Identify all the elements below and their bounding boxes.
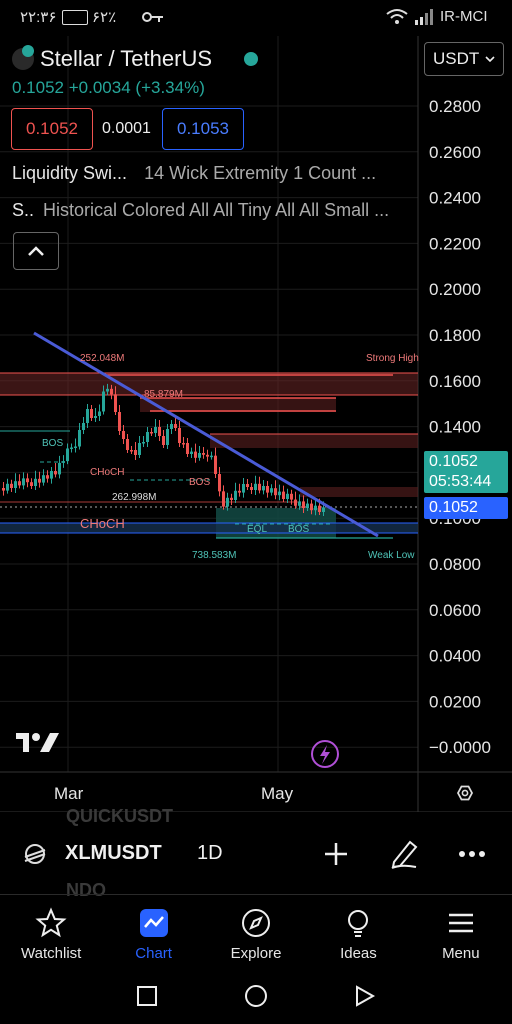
- price-change: +0.0034: [68, 78, 131, 97]
- nav-menu[interactable]: Menu: [410, 894, 512, 974]
- eql-label: EQL: [247, 524, 267, 535]
- photo-icon: [62, 10, 88, 25]
- market-open-indicator: [244, 52, 259, 66]
- nav-ideas[interactable]: Ideas: [307, 894, 409, 974]
- chevron-up-icon: [28, 246, 44, 256]
- symbol-title: Stellar / TetherUS: [40, 46, 213, 71]
- last-price: 0.1052: [12, 78, 64, 97]
- currency-select[interactable]: USDT: [424, 42, 504, 76]
- symbol-toolbar: XLMUSDT 1D: [0, 830, 512, 878]
- strong-high-label: Strong High: [366, 353, 419, 364]
- collapse-indicators-button[interactable]: [13, 232, 59, 270]
- stellar-logo-icon: [12, 45, 34, 70]
- nav-explore[interactable]: Explore: [205, 894, 307, 974]
- nav-watchlist[interactable]: Watchlist: [0, 894, 102, 974]
- bos-label: BOS: [288, 524, 309, 535]
- home-icon[interactable]: [244, 984, 268, 1008]
- key-icon: [142, 12, 163, 22]
- spread-value: 0.0001: [102, 120, 151, 137]
- price-axis-label: 0.2600: [429, 143, 481, 162]
- price-axis-label: 0.2200: [429, 234, 481, 253]
- bottom-navigation: Watchlist Chart Explore Ideas Menu: [0, 894, 512, 974]
- price-axis-label: 0.1800: [429, 326, 481, 345]
- chart-settings-icon[interactable]: [456, 785, 474, 801]
- price-axis-label: −0.0000: [429, 738, 491, 757]
- supply-zone-3: [210, 434, 418, 448]
- bos-label: BOS: [42, 438, 63, 449]
- battery-level: ۶۲٪: [92, 9, 117, 26]
- symbol-button[interactable]: XLMUSDT: [65, 842, 162, 865]
- chevron-down-icon: [485, 56, 495, 62]
- lightning-icon[interactable]: [311, 740, 339, 768]
- price-change-pct: (+3.34%): [135, 78, 205, 97]
- status-bar: ۲۲:۳۶ ۶۲٪ IR-MCI: [0, 0, 512, 36]
- price-axis-label: 0.0800: [429, 555, 481, 574]
- price-axis-label: 0.0400: [429, 647, 481, 666]
- bos-label: BOS: [189, 477, 210, 488]
- tradingview-logo: [16, 733, 59, 752]
- last-price-tag: 0.1052: [424, 497, 508, 519]
- choch-label: CHoCH: [90, 467, 124, 478]
- hamburger-icon: [448, 913, 473, 932]
- supply-zone: [0, 373, 418, 395]
- time-label: Mar: [54, 784, 84, 803]
- volume-label: 252.048M: [80, 353, 124, 364]
- price-axis-label: 0.1400: [429, 418, 481, 437]
- draw-pen-icon[interactable]: [388, 836, 420, 870]
- star-icon: [35, 906, 67, 937]
- wifi-icon: [386, 9, 408, 24]
- recents-icon[interactable]: [136, 985, 158, 1007]
- plus-icon[interactable]: [322, 840, 350, 868]
- price-axis-label: 0.2800: [429, 97, 481, 116]
- indicator-row[interactable]: Liquidity Swi... 14 Wick Extremity 1 Cou…: [12, 163, 376, 184]
- price-axis-label: 0.2400: [429, 189, 481, 208]
- ghost-symbol: QUICKUSDT: [66, 806, 173, 826]
- clock: ۲۲:۳۶: [20, 9, 57, 26]
- more-options-icon[interactable]: [458, 850, 486, 858]
- price-axis-label: 0.2000: [429, 280, 481, 299]
- stellar-logo-icon: [24, 844, 46, 864]
- volume-label: 85.879M: [144, 389, 183, 400]
- price-summary: 0.1052 +0.0034 (+3.34%): [12, 78, 205, 98]
- choch-label: CHoCH: [80, 516, 125, 531]
- sell-button[interactable]: 0.1052: [11, 108, 93, 150]
- price-axis-label: 0.0200: [429, 692, 481, 711]
- current-price-tag: 0.1052 05:53:44: [424, 451, 508, 493]
- lightbulb-icon: [348, 909, 369, 937]
- chart-icon: [139, 908, 168, 937]
- signal-icon: [415, 9, 433, 25]
- weak-low-label: Weak Low: [368, 550, 415, 561]
- price-axis-label: 0.1600: [429, 372, 481, 391]
- compass-icon: [242, 908, 271, 937]
- system-navigation-bar: [0, 975, 512, 1024]
- buy-button[interactable]: 0.1053: [162, 108, 244, 150]
- candle-countdown: 05:53:44: [429, 473, 492, 490]
- symbol-header[interactable]: Stellar / TetherUS: [12, 44, 259, 74]
- volume-label: 262.998M: [112, 492, 156, 503]
- volume-label: 738.583M: [192, 550, 236, 561]
- indicator-row[interactable]: S.. Historical Colored All All Tiny All …: [12, 200, 389, 221]
- price-chart[interactable]: 252.048M 85.879M 262.998M 738.583M Stron…: [0, 36, 512, 812]
- price-axis-label: 0.0600: [429, 601, 481, 620]
- back-icon[interactable]: [354, 984, 376, 1008]
- time-label: May: [261, 784, 294, 803]
- nav-chart[interactable]: Chart: [102, 894, 204, 974]
- supply-zone-2: [140, 398, 336, 412]
- carrier-name: IR-MCI: [440, 8, 488, 25]
- interval-button[interactable]: 1D: [197, 842, 223, 865]
- price-axis[interactable]: 0.2800 0.2600 0.2400 0.2200 0.2000 0.1800 0.16…: [429, 97, 491, 757]
